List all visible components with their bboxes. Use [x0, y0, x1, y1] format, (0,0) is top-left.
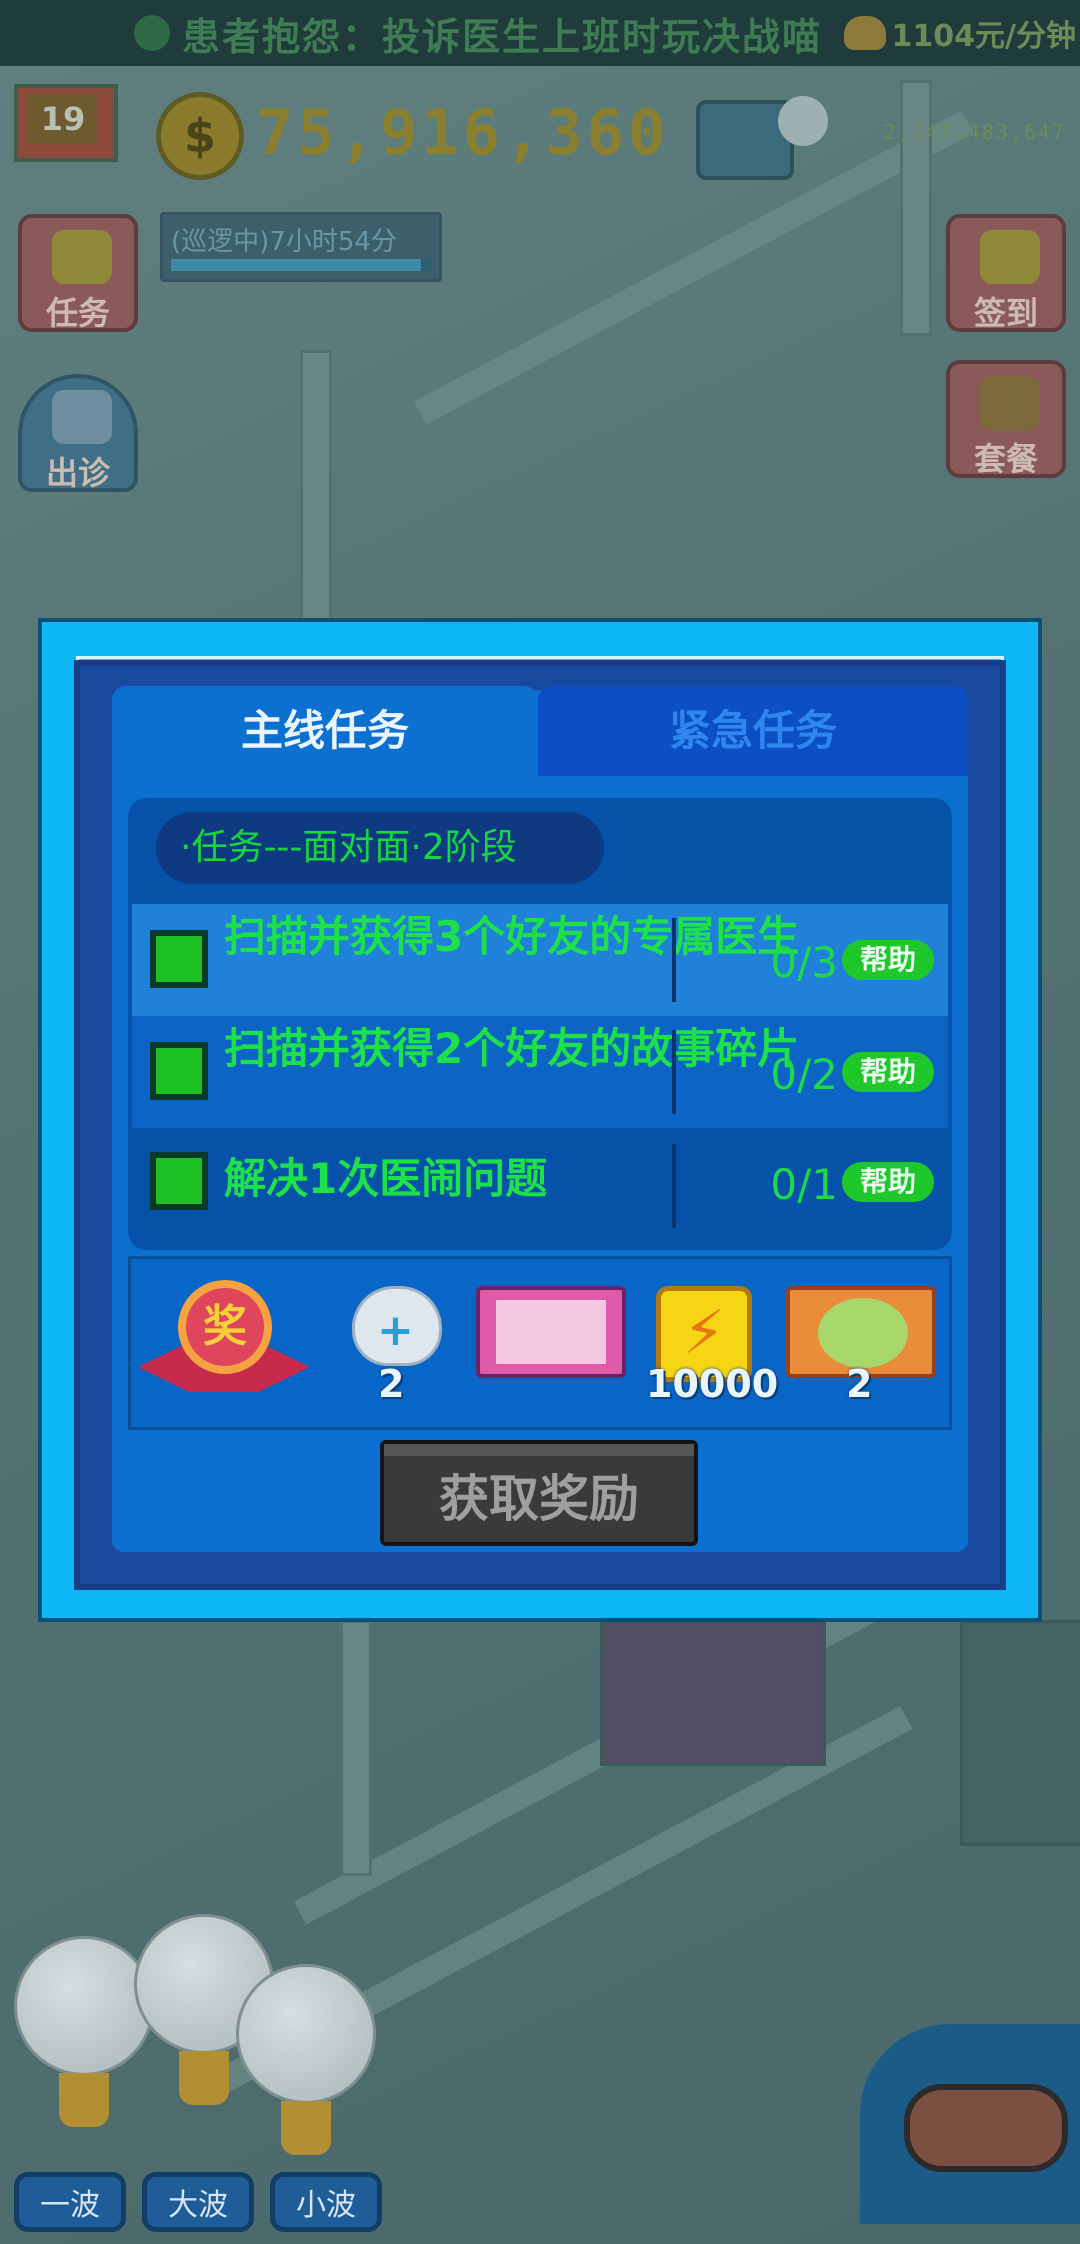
task-row: 解决1次医闹问题 0/1 帮助 [132, 1130, 948, 1234]
signin-button-label: 签到 [973, 294, 1038, 332]
reward-count: 2 [846, 1362, 873, 1406]
medal-disc: 奖 [178, 1280, 272, 1374]
task-row: 扫描并获得3个好友的专属医生 0/3 帮助 [132, 904, 948, 1016]
heal-cat-icon[interactable]: + [352, 1286, 442, 1372]
bulb-base [59, 2073, 109, 2127]
cat-action-button[interactable] [860, 2024, 1080, 2224]
package-button-label: 套餐 [973, 440, 1038, 478]
divider [672, 1030, 676, 1114]
task-checkbox [150, 1042, 208, 1100]
task-checkbox [150, 930, 208, 988]
level-flag[interactable]: 19 [14, 84, 118, 162]
piggy-bank-icon [843, 16, 886, 50]
task-progress: 0/3 [770, 938, 838, 987]
ambulance-icon [52, 390, 112, 444]
money-counter: 75,916,360 [256, 96, 670, 169]
burger-icon [980, 376, 1040, 430]
cat-button-screen [904, 2084, 1068, 2172]
lightbulb-character[interactable] [14, 1936, 154, 2127]
signin-button[interactable]: 签到 [946, 214, 1066, 332]
wave-button-small[interactable]: 小波 [270, 2172, 382, 2232]
package-button[interactable]: 套餐 [946, 360, 1066, 478]
patrol-progress-fill [171, 259, 421, 271]
tab-urgent-tasks[interactable]: 紧急任务 [538, 686, 968, 776]
help-button[interactable]: 帮助 [842, 1162, 934, 1202]
tasks-button-label: 任务 [45, 294, 110, 332]
task-checkbox [150, 1152, 208, 1210]
divider [672, 1144, 676, 1228]
coin-icon: $ [156, 92, 244, 180]
heal-cat-shape: + [352, 1286, 442, 1366]
ticker-message: 患者抱怨：投诉医生上班时玩决战喵 [182, 14, 823, 59]
dispatch-button[interactable]: 出诊 [18, 374, 138, 492]
card-picture [496, 1300, 606, 1364]
bulb-base [281, 2101, 331, 2155]
gem-flower-icon [778, 96, 828, 146]
tasks-button[interactable]: 任务 [18, 214, 138, 332]
task-row: 扫描并获得2个好友的故事碎片 0/2 帮助 [132, 1016, 948, 1128]
chat-bubble-icon [134, 15, 170, 51]
news-ticker: 患者抱怨：投诉医生上班时玩决战喵 1104元/分钟 [0, 0, 1080, 66]
lightbulb-icon [52, 230, 112, 284]
gift-box-icon [980, 230, 1040, 284]
help-button[interactable]: 帮助 [842, 1052, 934, 1092]
dispatch-button-label: 出诊 [45, 454, 110, 492]
reward-medal-icon: 奖 [138, 1280, 310, 1420]
gem-counter: 2,147,483,647 [883, 120, 1066, 144]
task-text: 扫描并获得3个好友的专属医生 [224, 912, 800, 961]
income-rate-text: 1104元/分钟 [891, 19, 1076, 54]
patrol-status: (巡逻中)7小时54分 [160, 212, 442, 282]
task-progress: 0/2 [770, 1050, 838, 1099]
bulb-base [179, 2051, 229, 2105]
doctor-card-icon[interactable] [476, 1286, 626, 1378]
task-text: 扫描并获得2个好友的故事碎片 [224, 1024, 800, 1073]
task-text: 解决1次医闹问题 [224, 1154, 548, 1203]
stage-title: ·任务---面对面·2阶段 [156, 812, 604, 884]
task-progress: 0/1 [770, 1160, 838, 1209]
lightbulb-character[interactable] [236, 1964, 376, 2155]
level-number: 19 [28, 94, 98, 144]
wave-button-small-1[interactable]: 一波 [14, 2172, 126, 2232]
patrol-progress-bar [171, 259, 431, 271]
reward-count: 2 [378, 1362, 405, 1406]
help-button[interactable]: 帮助 [842, 940, 934, 980]
ticket-picture [818, 1298, 908, 1368]
divider [672, 918, 676, 1002]
reward-count: 10000 [646, 1362, 779, 1406]
claim-reward-button[interactable]: 获取奖励 [380, 1440, 698, 1546]
patrol-status-text: (巡逻中)7小时54分 [171, 227, 397, 257]
wave-button-big[interactable]: 大波 [142, 2172, 254, 2232]
income-rate: 1104元/分钟 [843, 0, 1080, 66]
tab-main-tasks[interactable]: 主线任务 [112, 686, 538, 776]
